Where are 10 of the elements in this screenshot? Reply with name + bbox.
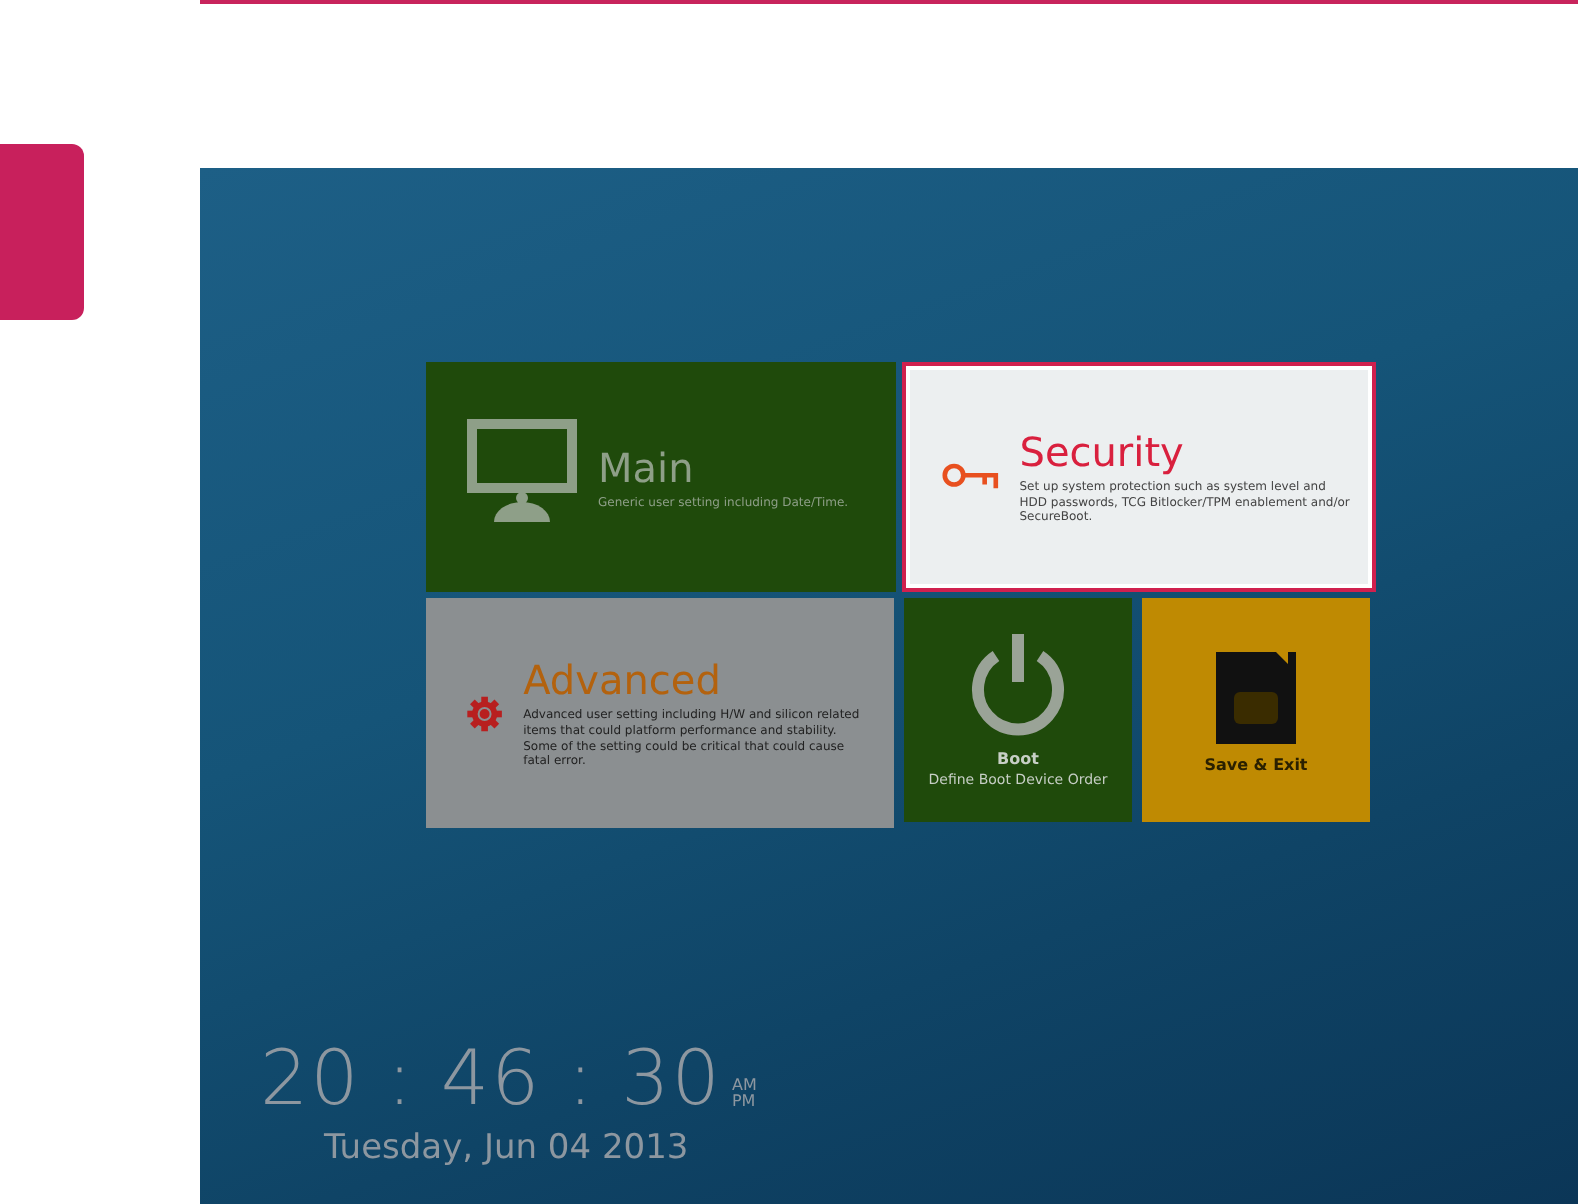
tile-title: Advanced	[523, 655, 723, 704]
clock-time: 20 : 46 : 30	[260, 1040, 722, 1116]
tile-title: Security	[1019, 427, 1186, 476]
pm-label: PM	[731, 1094, 757, 1110]
tile-title: Save & Exit	[1204, 755, 1308, 773]
am-label: AM	[731, 1078, 757, 1094]
tile-title: Main	[598, 443, 696, 492]
clock-date: Tuesday, Jun 04 2013	[324, 1128, 689, 1168]
tile-title: Boot	[995, 749, 1041, 768]
menu-tile[interactable]: Save & Exit	[1142, 598, 1370, 822]
